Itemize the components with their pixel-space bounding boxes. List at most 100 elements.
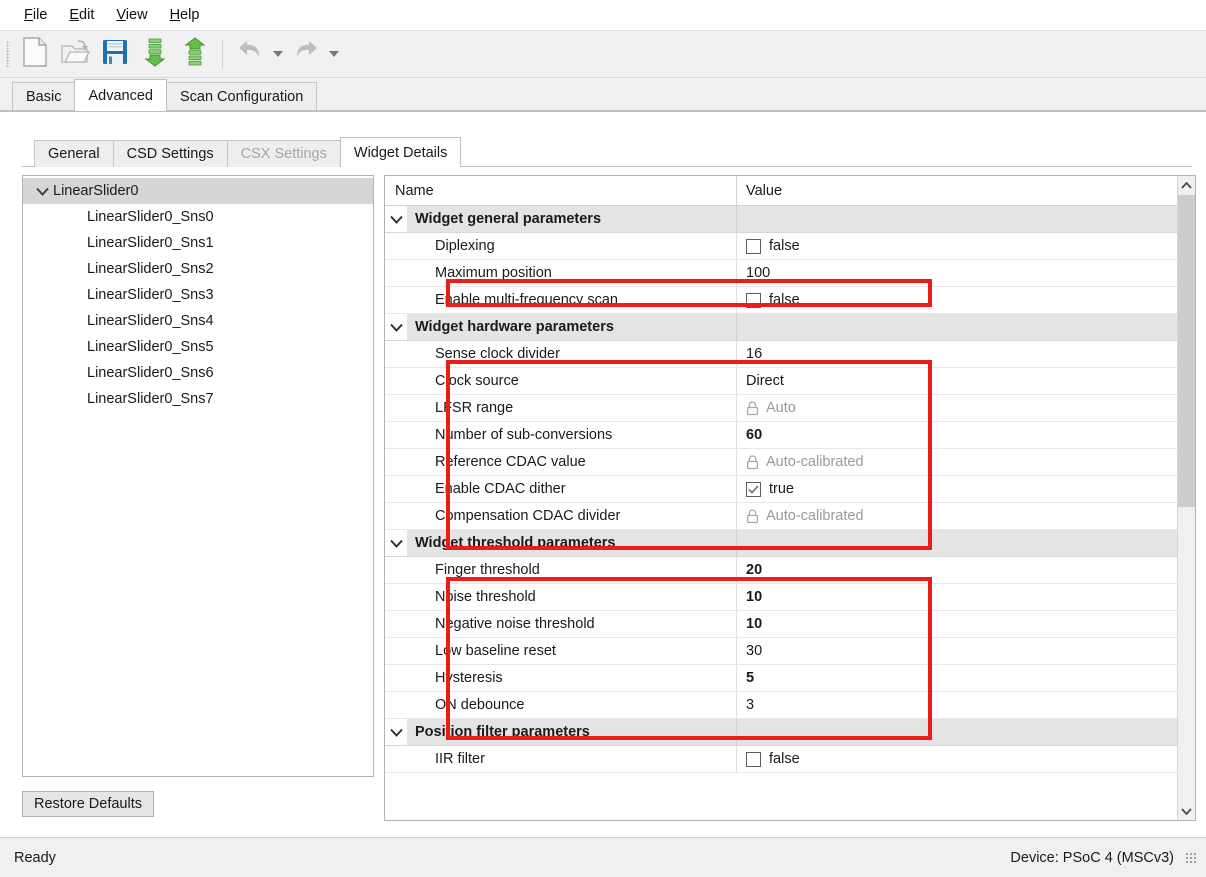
column-header-name: Name [385,176,737,205]
property-value[interactable]: 60 [737,422,1177,448]
row-hysteresis[interactable]: Hysteresis 5 [385,665,1177,692]
row-diplexing[interactable]: Diplexing false [385,233,1177,260]
new-button[interactable] [15,34,55,74]
checkbox-unchecked-icon[interactable] [746,751,761,767]
widget-details-content: LinearSlider0 LinearSlider0_Sns0 LinearS… [22,175,1196,821]
group-widget-general-parameters[interactable]: Widget general parameters [385,206,1177,233]
tab-advanced-label: Advanced [88,87,153,104]
menu-file[interactable]: File [13,5,58,26]
property-value[interactable]: true [737,476,1177,502]
tree-node-linearslider0[interactable]: LinearSlider0 [23,178,373,204]
export-button[interactable] [175,34,215,74]
tab-csd-settings-label: CSD Settings [126,146,214,162]
group-widget-hardware-parameters[interactable]: Widget hardware parameters [385,314,1177,341]
property-value[interactable]: 16 [737,341,1177,367]
tree-node-sns0[interactable]: LinearSlider0_Sns0 [23,204,373,230]
group-label: Widget general parameters [407,206,737,232]
row-finger-threshold[interactable]: Finger threshold 20 [385,557,1177,584]
open-button[interactable] [55,34,95,74]
tab-widget-details[interactable]: Widget Details [339,137,462,168]
chevron-down-icon[interactable] [31,187,53,196]
property-value[interactable]: 3 [737,692,1177,718]
restore-defaults-label: Restore Defaults [34,795,142,812]
property-name: Enable multi-frequency scan [407,287,737,313]
restore-defaults-button[interactable]: Restore Defaults [22,790,154,817]
save-button[interactable] [95,34,135,74]
group-widget-threshold-parameters[interactable]: Widget threshold parameters [385,530,1177,557]
row-low-baseline-reset[interactable]: Low baseline reset 30 [385,638,1177,665]
property-value[interactable]: 30 [737,638,1177,664]
tree-node-sns1[interactable]: LinearSlider0_Sns1 [23,230,373,256]
redo-dropdown-button[interactable] [326,34,342,74]
green-down-arrow-icon [142,37,168,71]
chevron-down-icon[interactable] [385,314,407,340]
chevron-down-icon[interactable] [385,530,407,556]
row-noise-threshold[interactable]: Noise threshold 10 [385,584,1177,611]
property-value-label: Auto-calibrated [766,454,864,470]
tree-node-sns6[interactable]: LinearSlider0_Sns6 [23,360,373,386]
property-value[interactable]: 5 [737,665,1177,691]
row-spacer [385,476,407,502]
row-maximum-position[interactable]: Maximum position 100 [385,260,1177,287]
tree-node-sns3[interactable]: LinearSlider0_Sns3 [23,282,373,308]
property-name: LFSR range [407,395,737,421]
checkbox-checked-icon[interactable] [746,481,761,497]
tab-scan-configuration[interactable]: Scan Configuration [165,82,318,111]
tree-node-sns4[interactable]: LinearSlider0_Sns4 [23,308,373,334]
property-value[interactable]: 20 [737,557,1177,583]
row-spacer [385,395,407,421]
row-on-debounce[interactable]: ON debounce 3 [385,692,1177,719]
property-value[interactable]: 10 [737,584,1177,610]
tab-csd-settings[interactable]: CSD Settings [112,140,228,167]
row-negative-noise-threshold[interactable]: Negative noise threshold 10 [385,611,1177,638]
tab-advanced[interactable]: Advanced [74,79,167,111]
chevron-down-icon[interactable] [385,206,407,232]
row-clock-source[interactable]: Clock source Direct [385,368,1177,395]
tab-csx-settings: CSX Settings [226,140,341,167]
property-value[interactable]: 100 [737,260,1177,286]
property-value[interactable]: false [737,233,1177,259]
toolbar-drag-handle[interactable] [6,41,10,67]
lock-icon [746,400,759,416]
menu-edit[interactable]: Edit [58,5,105,26]
widget-tree[interactable]: LinearSlider0 LinearSlider0_Sns0 LinearS… [22,175,374,777]
checkbox-unchecked-icon[interactable] [746,292,761,308]
scroll-down-button[interactable] [1178,802,1195,820]
tab-general[interactable]: General [34,140,114,167]
menu-help[interactable]: Help [159,5,211,26]
checkbox-unchecked-icon[interactable] [746,238,761,254]
undo-button[interactable] [230,34,270,74]
tree-node-sns7[interactable]: LinearSlider0_Sns7 [23,386,373,412]
property-value[interactable]: 10 [737,611,1177,637]
row-sense-clock-divider[interactable]: Sense clock divider 16 [385,341,1177,368]
row-enable-cdac-dither[interactable]: Enable CDAC dither true [385,476,1177,503]
new-icon [22,37,48,71]
undo-dropdown-button[interactable] [270,34,286,74]
group-label: Widget threshold parameters [407,530,737,556]
scroll-up-button[interactable] [1178,176,1195,194]
property-grid[interactable]: Name Value Widget general parameters Dip… [385,176,1177,820]
property-value[interactable]: false [737,746,1177,772]
import-button[interactable] [135,34,175,74]
resize-grip-icon[interactable] [1184,850,1198,865]
tree-node-sns2[interactable]: LinearSlider0_Sns2 [23,256,373,282]
property-name: Clock source [407,368,737,394]
grid-vertical-scrollbar[interactable] [1177,176,1195,820]
redo-button[interactable] [286,34,326,74]
property-name: Noise threshold [407,584,737,610]
row-enable-multi-frequency-scan[interactable]: Enable multi-frequency scan false [385,287,1177,314]
group-position-filter-parameters[interactable]: Position filter parameters [385,719,1177,746]
property-value[interactable]: Direct [737,368,1177,394]
tab-basic[interactable]: Basic [12,82,76,111]
row-number-of-sub-conversions[interactable]: Number of sub-conversions 60 [385,422,1177,449]
menu-view[interactable]: View [105,5,158,26]
scrollbar-thumb[interactable] [1178,195,1195,507]
property-value[interactable]: false [737,287,1177,313]
row-iir-filter[interactable]: IIR filter false [385,746,1177,773]
property-value-label: false [769,292,800,308]
row-spacer [385,449,407,475]
widget-tree-panel: LinearSlider0 LinearSlider0_Sns0 LinearS… [22,175,374,821]
chevron-down-icon[interactable] [385,719,407,745]
tab-csx-settings-label: CSX Settings [240,146,327,162]
tree-node-sns5[interactable]: LinearSlider0_Sns5 [23,334,373,360]
